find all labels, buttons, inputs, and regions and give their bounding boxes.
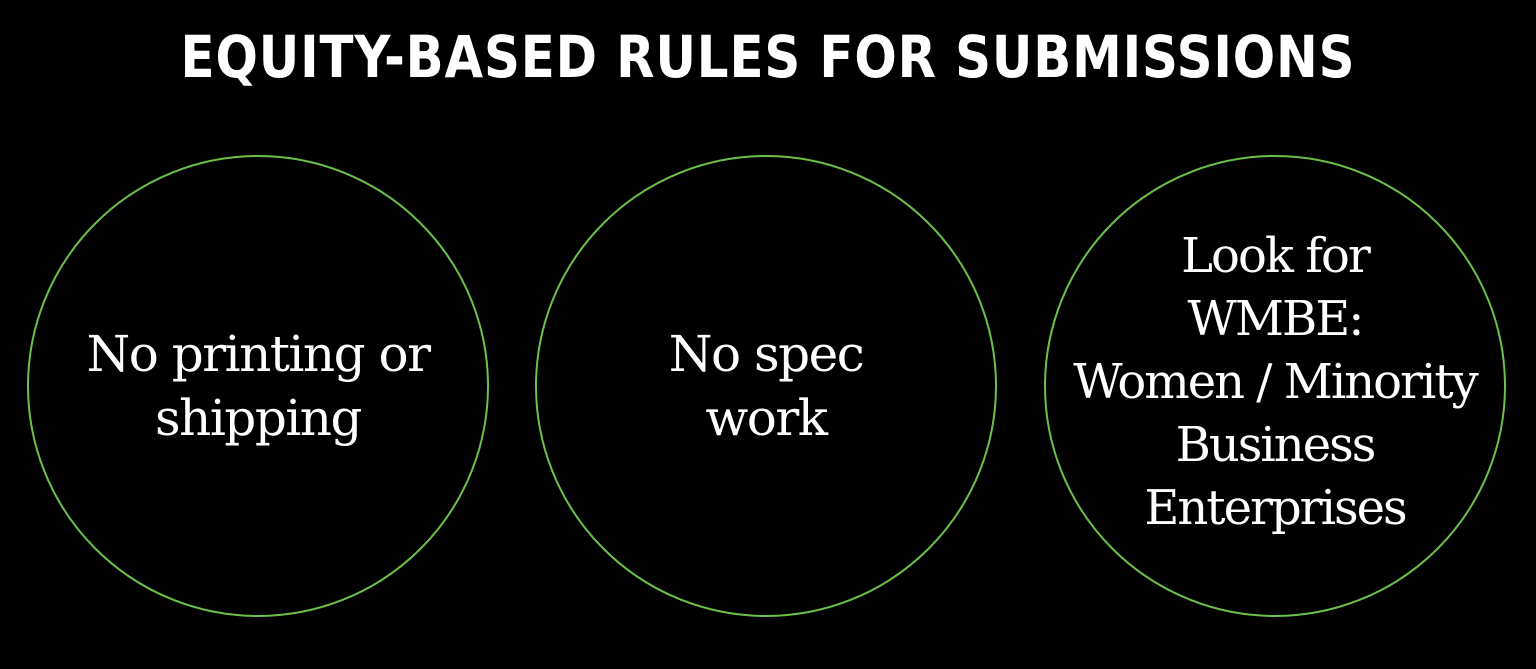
rule-circle-no-printing: No printing or shipping (27, 155, 489, 617)
rule-text: No spec work (668, 325, 865, 447)
rule-text: No printing or shipping (86, 325, 431, 447)
page-title: EQUITY-BASED RULES FOR SUBMISSIONS (180, 23, 1356, 91)
rule-text: Look for WMBE: Women / Minority Business… (1073, 227, 1479, 536)
rule-circle-no-spec-work: No spec work (535, 155, 997, 617)
slide: EQUITY-BASED RULES FOR SUBMISSIONS No pr… (0, 0, 1536, 669)
rule-circle-wmbe: Look for WMBE: Women / Minority Business… (1044, 155, 1506, 617)
